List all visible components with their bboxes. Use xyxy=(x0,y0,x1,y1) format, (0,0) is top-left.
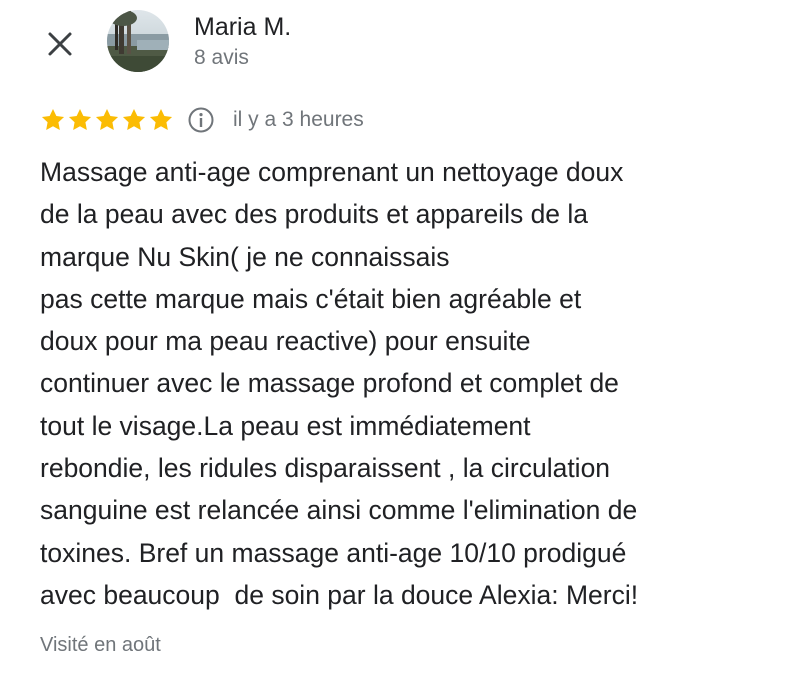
star-icon xyxy=(149,108,173,130)
rating-row: il y a 3 heures xyxy=(40,104,364,136)
review-date: il y a 3 heures xyxy=(233,108,364,131)
review-text-line: tout le visage.La peau est immédiatement xyxy=(40,410,531,441)
star-rating xyxy=(40,107,175,133)
review-text-line: continuer avec le massage profond et com… xyxy=(40,368,619,399)
star-icon xyxy=(122,108,146,130)
review-text-line: de la peau avec des produits et appareil… xyxy=(40,199,589,230)
visit-info: Visité en août xyxy=(40,634,161,656)
close-button[interactable] xyxy=(40,24,80,64)
review-text-line: sanguine est relancée ainsi comme l'elim… xyxy=(40,495,638,526)
review-text-line: marque Nu Skin( je ne connaissais xyxy=(40,241,450,272)
star-icon xyxy=(68,108,92,130)
star-icon xyxy=(95,108,119,130)
review-text-line: rebondie, les ridules disparaissent , la… xyxy=(40,453,611,484)
star-icon xyxy=(41,108,65,130)
reviewer-name[interactable]: Maria M. xyxy=(194,12,291,42)
review-text-line: pas cette marque mais c'était bien agréa… xyxy=(40,283,582,314)
close-icon xyxy=(48,32,72,56)
avatar[interactable] xyxy=(107,10,169,72)
review-text-line: toxines. Bref un massage anti-age 10/10 … xyxy=(40,537,627,568)
avatar-photo xyxy=(107,10,169,72)
review-text-line: doux pour ma peau reactive) pour ensuite xyxy=(40,326,531,357)
review-text-line: avec beaucoup de soin par la douce Alexi… xyxy=(40,579,639,610)
review-text-line: Massage anti-age comprenant un nettoyage… xyxy=(40,157,624,187)
review-count: 8 avis xyxy=(194,46,249,69)
info-icon[interactable] xyxy=(187,106,215,134)
review-text: Massage anti-age comprenant un nettoyage… xyxy=(40,151,780,616)
